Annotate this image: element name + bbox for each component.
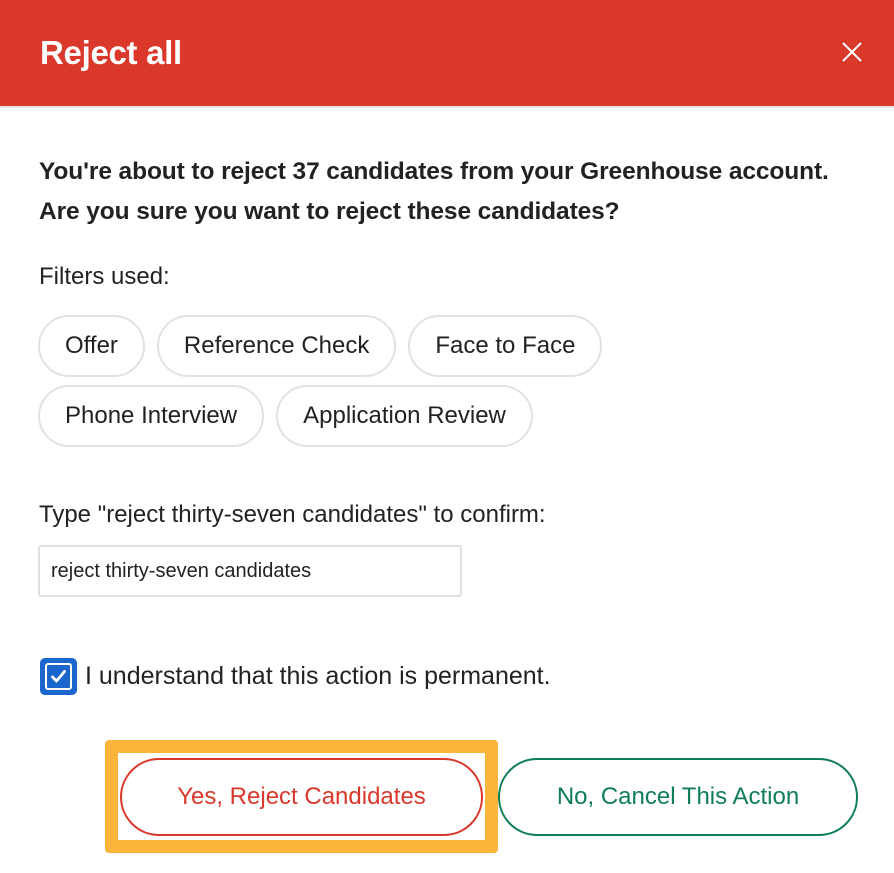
acknowledge-checkbox[interactable] (40, 658, 77, 695)
reject-all-dialog: Reject all You're about to reject 37 can… (0, 0, 894, 873)
acknowledge-label: I understand that this action is permane… (85, 662, 551, 690)
filter-pills: Offer Reference Check Face to Face Phone… (38, 315, 758, 455)
filter-pill-application-review: Application Review (276, 385, 533, 447)
filter-pill-row: Phone Interview Application Review (38, 385, 758, 447)
filter-pill-reference-check: Reference Check (156, 315, 397, 377)
filter-pill-phone-interview: Phone Interview (38, 385, 265, 447)
close-icon (842, 42, 862, 62)
confirmation-message: You're about to reject 37 candidates fro… (39, 158, 829, 225)
cancel-action-button[interactable]: No, Cancel This Action (498, 758, 858, 836)
confirm-phrase-input[interactable] (38, 545, 462, 597)
filter-pill-row: Offer Reference Check Face to Face (38, 315, 758, 377)
checkbox-box (45, 663, 72, 690)
reject-candidates-button[interactable]: Yes, Reject Candidates (120, 758, 483, 836)
confirm-instruction-label: Type "reject thirty-seven candidates" to… (39, 501, 546, 528)
dialog-title: Reject all (40, 34, 182, 71)
filter-pill-face-to-face: Face to Face (408, 315, 603, 377)
close-button[interactable] (838, 38, 866, 66)
dialog-header: Reject all (0, 0, 894, 108)
filter-pill-offer: Offer (38, 315, 145, 377)
filters-label: Filters used: (39, 263, 170, 290)
checkmark-icon (51, 670, 66, 683)
acknowledge-checkbox-row[interactable]: I understand that this action is permane… (40, 658, 551, 695)
